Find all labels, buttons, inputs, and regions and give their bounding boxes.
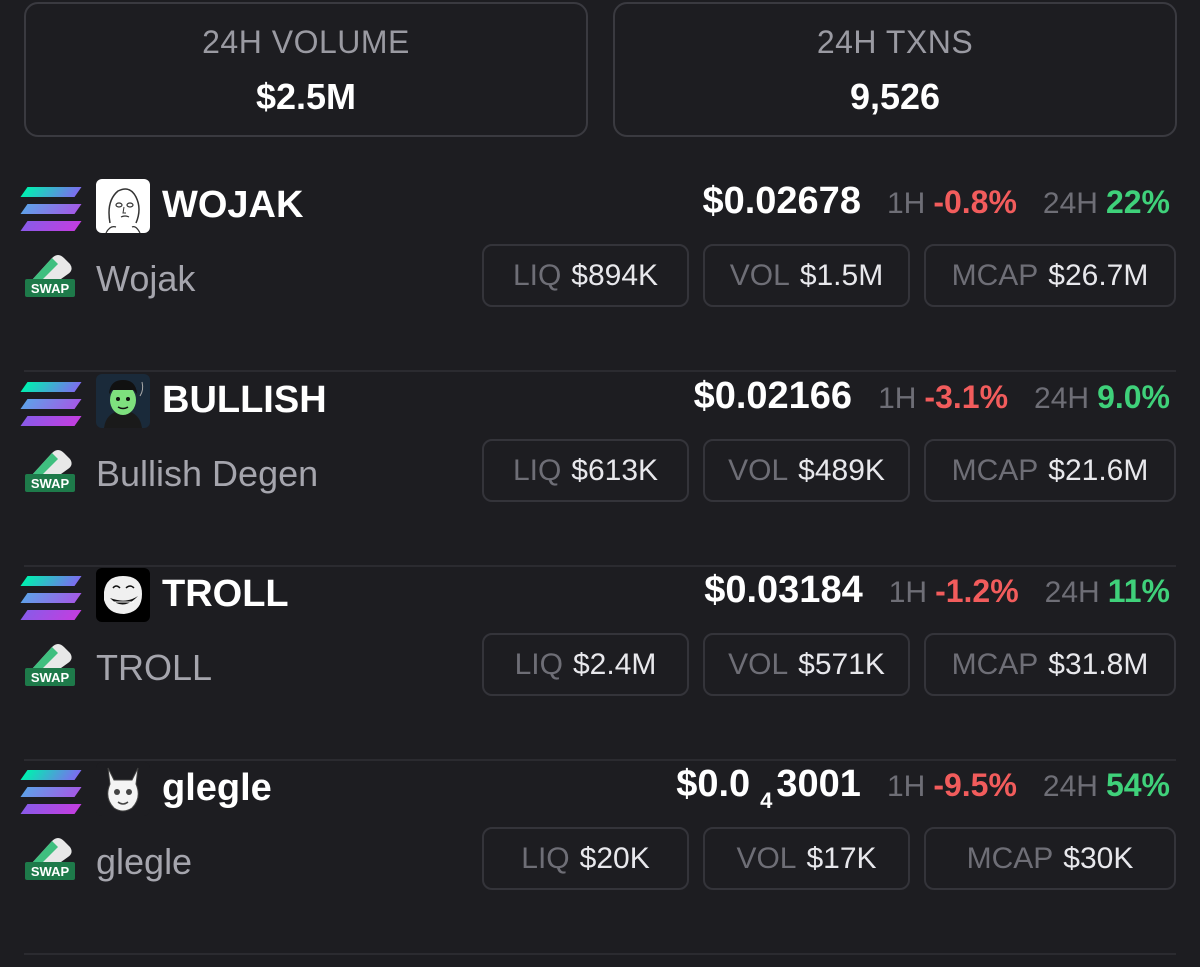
liq-label: LIQ [521,841,570,875]
liquidity-pill: LIQ $2.4M [482,633,689,696]
volume-pill: VOL $17K [703,827,910,890]
token-name: Bullish Degen [96,453,319,494]
swap-badge-text: SWAP [31,281,70,296]
h1-label: 1H [886,770,926,803]
mcap-value: $26.7M [1048,258,1149,292]
h1-change: -0.8% [933,184,1017,220]
token-symbol: glegle [162,767,272,809]
mcap-pill: MCAP $26.7M [924,244,1176,307]
vol-label: VOL [728,453,789,487]
price-line: $0.0 4 3001 1H -9.5% 24H 54% [676,763,1170,813]
token-row-glegle[interactable]: glegle SWAP glegle $0.0 4 3001 1H -9.5% 24… [20,761,1176,955]
price-tail: 3001 [776,763,861,805]
liq-label: LIQ [514,647,563,681]
txns-card: 24H TXNS 9,526 [613,2,1177,137]
vol-value: $489K [798,453,885,487]
h24-change: 22% [1105,184,1170,220]
h1-label: 1H [886,187,926,220]
h24-label: 24H [1044,576,1100,609]
swap-dex-icon: SWAP [24,835,78,885]
stats-bar: 24H VOLUME $2.5M 24H TXNS 9,526 [24,2,1177,137]
token-price: $0.03184 [704,569,863,611]
vol-value: $571K [798,647,885,681]
price-zero-count: 4 [760,788,773,813]
volume-card: 24H VOLUME $2.5M [24,2,588,137]
mcap-value: $21.6M [1048,453,1149,487]
glegle-avatar-icon [96,762,150,816]
volume-pill: VOL $1.5M [703,244,910,307]
bullish-avatar-icon [96,374,150,428]
liq-label: LIQ [512,258,562,292]
mcap-pill: MCAP $30K [924,827,1176,890]
mcap-value: $30K [1063,841,1134,875]
token-symbol: BULLISH [162,379,327,421]
price-line: $0.03184 1H -1.2% 24H 11% [704,569,1170,615]
mcap-label: MCAP [951,453,1039,487]
token-symbol: WOJAK [162,184,304,226]
liq-label: LIQ [512,453,562,487]
liq-value: $894K [571,258,659,292]
token-price: $0.02678 [702,180,861,222]
h1-change: -1.2% [935,573,1019,609]
volume-pill: VOL $571K [703,633,910,696]
h24-change: 11% [1107,573,1170,609]
token-price: $0.0 4 3001 [676,763,861,813]
liq-value: $613K [571,453,659,487]
h24-label: 24H [1042,187,1098,220]
liq-value: $20K [579,841,650,875]
solana-chain-icon [20,770,82,816]
mcap-label: MCAP [966,841,1054,875]
price-main: $0.0 [676,763,751,805]
h24-change: 9.0% [1097,379,1170,415]
volume-pill: VOL $489K [703,439,910,502]
mcap-pill: MCAP $21.6M [924,439,1176,502]
txns-label: 24H TXNS [816,24,974,60]
vol-label: VOL [728,647,789,681]
token-name: Wojak [96,258,196,299]
swap-dex-icon: SWAP [24,252,78,302]
token-row-bullish[interactable]: BULLISH SWAP Bullish Degen $0.02166 1H -… [20,373,1176,567]
swap-badge-text: SWAP [31,476,70,491]
solana-chain-icon [20,576,82,622]
vol-label: VOL [729,258,790,292]
vol-value: $17K [806,841,877,875]
token-row-wojak[interactable]: WOJAK SWAP Wojak $0.02678 1H -0.8% 24H 2… [20,178,1176,372]
price-line: $0.02678 1H -0.8% 24H 22% [702,180,1170,226]
liquidity-pill: LIQ $20K [482,827,689,890]
wojak-avatar-icon [96,179,150,233]
liquidity-pill: LIQ $894K [482,244,689,307]
mcap-value: $31.8M [1048,647,1149,681]
h24-label: 24H [1042,770,1098,803]
h1-change: -3.1% [924,379,1009,415]
token-symbol: TROLL [162,573,289,615]
troll-avatar-icon [96,568,150,622]
mcap-label: MCAP [951,258,1039,292]
swap-badge-text: SWAP [31,864,70,879]
volume-label: 24H VOLUME [202,24,410,60]
token-row-troll[interactable]: TROLL SWAP TROLL $0.03184 1H -1.2% 24H 1… [20,567,1176,761]
volume-value: $2.5M [255,76,357,117]
vol-label: VOL [736,841,797,875]
vol-value: $1.5M [799,258,884,292]
price-line: $0.02166 1H -3.1% 24H 9.0% [694,375,1170,421]
swap-badge-text: SWAP [31,670,70,685]
token-name: TROLL [96,647,213,688]
liq-value: $2.4M [572,647,657,681]
h1-change: -9.5% [933,767,1017,803]
swap-dex-icon: SWAP [24,447,78,497]
token-name: glegle [96,841,193,882]
solana-chain-icon [20,187,82,233]
liquidity-pill: LIQ $613K [482,439,689,502]
h24-label: 24H [1034,382,1090,415]
mcap-pill: MCAP $31.8M [924,633,1176,696]
txns-value: 9,526 [849,76,941,117]
h1-label: 1H [888,576,928,609]
h24-change: 54% [1105,767,1170,803]
swap-dex-icon: SWAP [24,641,78,691]
mcap-label: MCAP [951,647,1039,681]
h1-label: 1H [878,382,917,415]
token-price: $0.02166 [693,375,853,417]
solana-chain-icon [20,382,82,428]
